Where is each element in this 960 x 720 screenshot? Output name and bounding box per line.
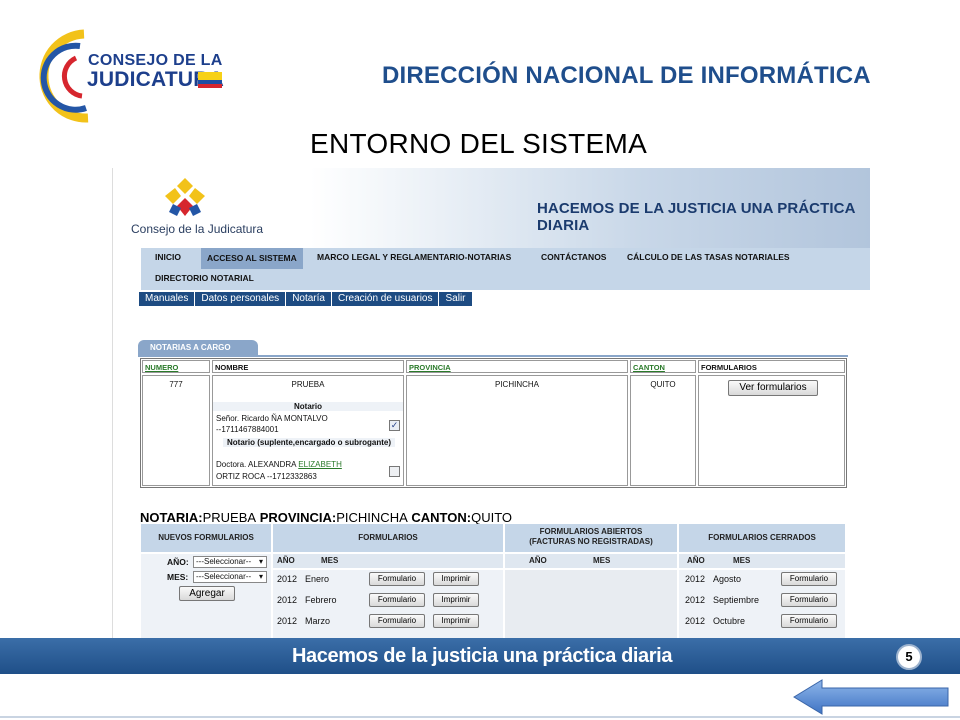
abiertos-header: FORMULARIOS ABIERTOS (FACTURAS NO REGIST…	[505, 524, 677, 552]
abiertos-col-anio: AÑO	[505, 554, 677, 568]
site-slogan: HACEMOS DE LA JUSTICIA UNA PRÁCTICA DIAR…	[537, 200, 855, 234]
imprimir-button[interactable]: Imprimir	[433, 614, 479, 628]
col-header-formularios: FORMULARIOS	[698, 360, 845, 373]
row-numero-cell: 777	[142, 375, 210, 486]
notario-id: --1711467884001	[216, 425, 279, 434]
nav-acceso-al-sistema[interactable]: ACCESO AL SISTEMA	[201, 248, 303, 269]
formulario-row-mes: Enero	[305, 574, 330, 584]
abiertos-list	[505, 570, 677, 640]
formulario-row-mes: Febrero	[305, 595, 337, 605]
formularios-col-mes: MES	[321, 556, 339, 565]
ver-formularios-button[interactable]: Ver formularios	[728, 380, 818, 396]
mes-select[interactable]: ---Seleccionar--	[193, 571, 267, 583]
site-brand-name: Consejo de la Judicatura	[131, 222, 264, 236]
subnav-manuales[interactable]: Manuales	[139, 292, 196, 306]
imprimir-button[interactable]: Imprimir	[433, 572, 479, 586]
cerrados-col-mes: MES	[733, 556, 751, 565]
formulario-cerrado-button[interactable]: Formulario	[781, 572, 837, 586]
col-header-provincia[interactable]: PROVINCIA	[406, 360, 628, 373]
anio-select[interactable]: ---Seleccionar--	[193, 556, 267, 568]
row-nombre-cell: PRUEBA Notario Señor. Ricardo ÑA MONTALV…	[212, 375, 404, 486]
row-provincia: PICHINCHA	[494, 380, 539, 389]
cerrados-col-anio: AÑO	[679, 554, 845, 568]
row-provincia-cell: PICHINCHA	[406, 375, 628, 486]
logo-text: CONSEJO DE LA JUDICATURA	[36, 28, 226, 124]
mes-label: MES:	[167, 572, 189, 582]
notario-name: Señor. Ricardo ÑA MONTALVO	[216, 414, 328, 423]
suplente-name: Doctora. ALEXANDRA ELIZABETH	[216, 460, 342, 469]
suplente-link[interactable]: ELIZABETH	[298, 460, 342, 469]
formulario-row-mes: Marzo	[305, 616, 331, 626]
row-canton-cell: QUITO	[630, 375, 696, 486]
col-header-nombre: NOMBRE	[212, 360, 404, 373]
abiertos-col-mes: MES	[593, 556, 611, 565]
tab-notarias-a-cargo[interactable]: NOTARIAS A CARGO	[138, 340, 258, 356]
site-header: Consejo de la Judicatura HACEMOS DE LA J…	[113, 168, 870, 248]
row-numero: 777	[169, 380, 183, 389]
agregar-button[interactable]: Agregar	[179, 586, 235, 601]
col-header-numero[interactable]: NUMERO	[142, 360, 210, 373]
formulario-row-anio: 2012	[277, 595, 298, 605]
row-nombre: PRUEBA	[291, 380, 325, 389]
nav-directorio-notarial[interactable]: DIRECTORIO NOTARIAL	[155, 273, 254, 283]
formulario-button[interactable]: Formulario	[369, 614, 425, 628]
cerrado-row-mes: Agosto	[713, 574, 742, 584]
tab-underline	[138, 355, 848, 357]
back-arrow-button[interactable]	[792, 678, 950, 716]
formulario-cerrado-button[interactable]: Formulario	[781, 614, 837, 628]
row-formularios-cell: Ver formularios	[698, 375, 845, 486]
cerrado-row-mes: Octubre	[713, 616, 746, 626]
notario-header: Notario	[213, 402, 403, 411]
suplente-header: Notario (suplente,encargado o subrogante…	[223, 438, 395, 447]
nav-contactanos[interactable]: CONTÁCTANOS	[541, 252, 606, 262]
notaria-summary: NOTARIA:PRUEBA PROVINCIA:PICHINCHA CANTO…	[140, 510, 513, 525]
subnav-salir[interactable]: Salir	[439, 292, 471, 306]
slide: CONSEJO DE LA JUDICATURA DIRECCIÓN NACIO…	[0, 0, 960, 720]
formularios-panel: NUEVOS FORMULARIOS AÑO: ---Seleccionar--…	[141, 524, 845, 640]
formulario-row-anio: 2012	[277, 616, 298, 626]
cerrado-row-mes: Septiembre	[713, 595, 760, 605]
formularios-col-anio: AÑO	[273, 554, 503, 568]
cerrado-row-anio: 2012	[685, 616, 706, 626]
notario-checkbox[interactable]: ✓	[389, 420, 400, 431]
formularios-header: FORMULARIOS	[273, 524, 503, 552]
cerrado-row-anio: 2012	[685, 574, 706, 584]
ecuador-flag-icon	[198, 72, 222, 88]
slide-subtitle: ENTORNO DEL SISTEMA	[310, 128, 648, 159]
cerrados-header: FORMULARIOS CERRADOS	[679, 524, 845, 552]
subnav-datos-personales[interactable]: Datos personales	[195, 292, 287, 306]
nav-inicio[interactable]: INICIO	[155, 252, 181, 262]
subnav-creacion-usuarios[interactable]: Creación de usuarios	[332, 292, 440, 306]
suplente-checkbox[interactable]	[389, 466, 400, 477]
formulario-cerrado-button[interactable]: Formulario	[781, 593, 837, 607]
bottom-rule	[0, 716, 960, 718]
formulario-button[interactable]: Formulario	[369, 572, 425, 586]
suplente-rest: ORTIZ ROCA --1712332863	[216, 472, 317, 481]
sub-navigation: Manuales Datos personales Notaría Creaci…	[139, 292, 472, 306]
row-canton: QUITO	[650, 380, 676, 389]
nav-marco-legal[interactable]: MARCO LEGAL Y REGLAMENTARIO-NOTARIAS	[317, 252, 511, 262]
subnav-notaria[interactable]: Notaría	[286, 292, 332, 306]
department-title: DIRECCIÓN NACIONAL DE INFORMÁTICA	[382, 62, 871, 89]
formulario-button[interactable]: Formulario	[369, 593, 425, 607]
footer-slogan: Hacemos de la justicia una práctica diar…	[292, 645, 673, 667]
anio-label: AÑO:	[167, 557, 189, 567]
cerrado-row-anio: 2012	[685, 595, 706, 605]
nuevos-header: NUEVOS FORMULARIOS	[141, 524, 271, 552]
page-number: 5	[896, 644, 922, 670]
col-header-canton[interactable]: CANTON	[630, 360, 696, 373]
main-navigation: INICIO ACCESO AL SISTEMA MARCO LEGAL Y R…	[141, 248, 870, 290]
consejo-emblem-icon	[165, 178, 205, 216]
imprimir-button[interactable]: Imprimir	[433, 593, 479, 607]
nav-calculo-tasas[interactable]: CÁLCULO DE LAS TASAS NOTARIALES	[627, 252, 790, 262]
notarias-table: NUMERO NOMBRE PROVINCIA CANTON FORMULARI…	[140, 358, 847, 488]
system-screenshot: Consejo de la Judicatura HACEMOS DE LA J…	[112, 168, 870, 640]
formulario-row-anio: 2012	[277, 574, 298, 584]
